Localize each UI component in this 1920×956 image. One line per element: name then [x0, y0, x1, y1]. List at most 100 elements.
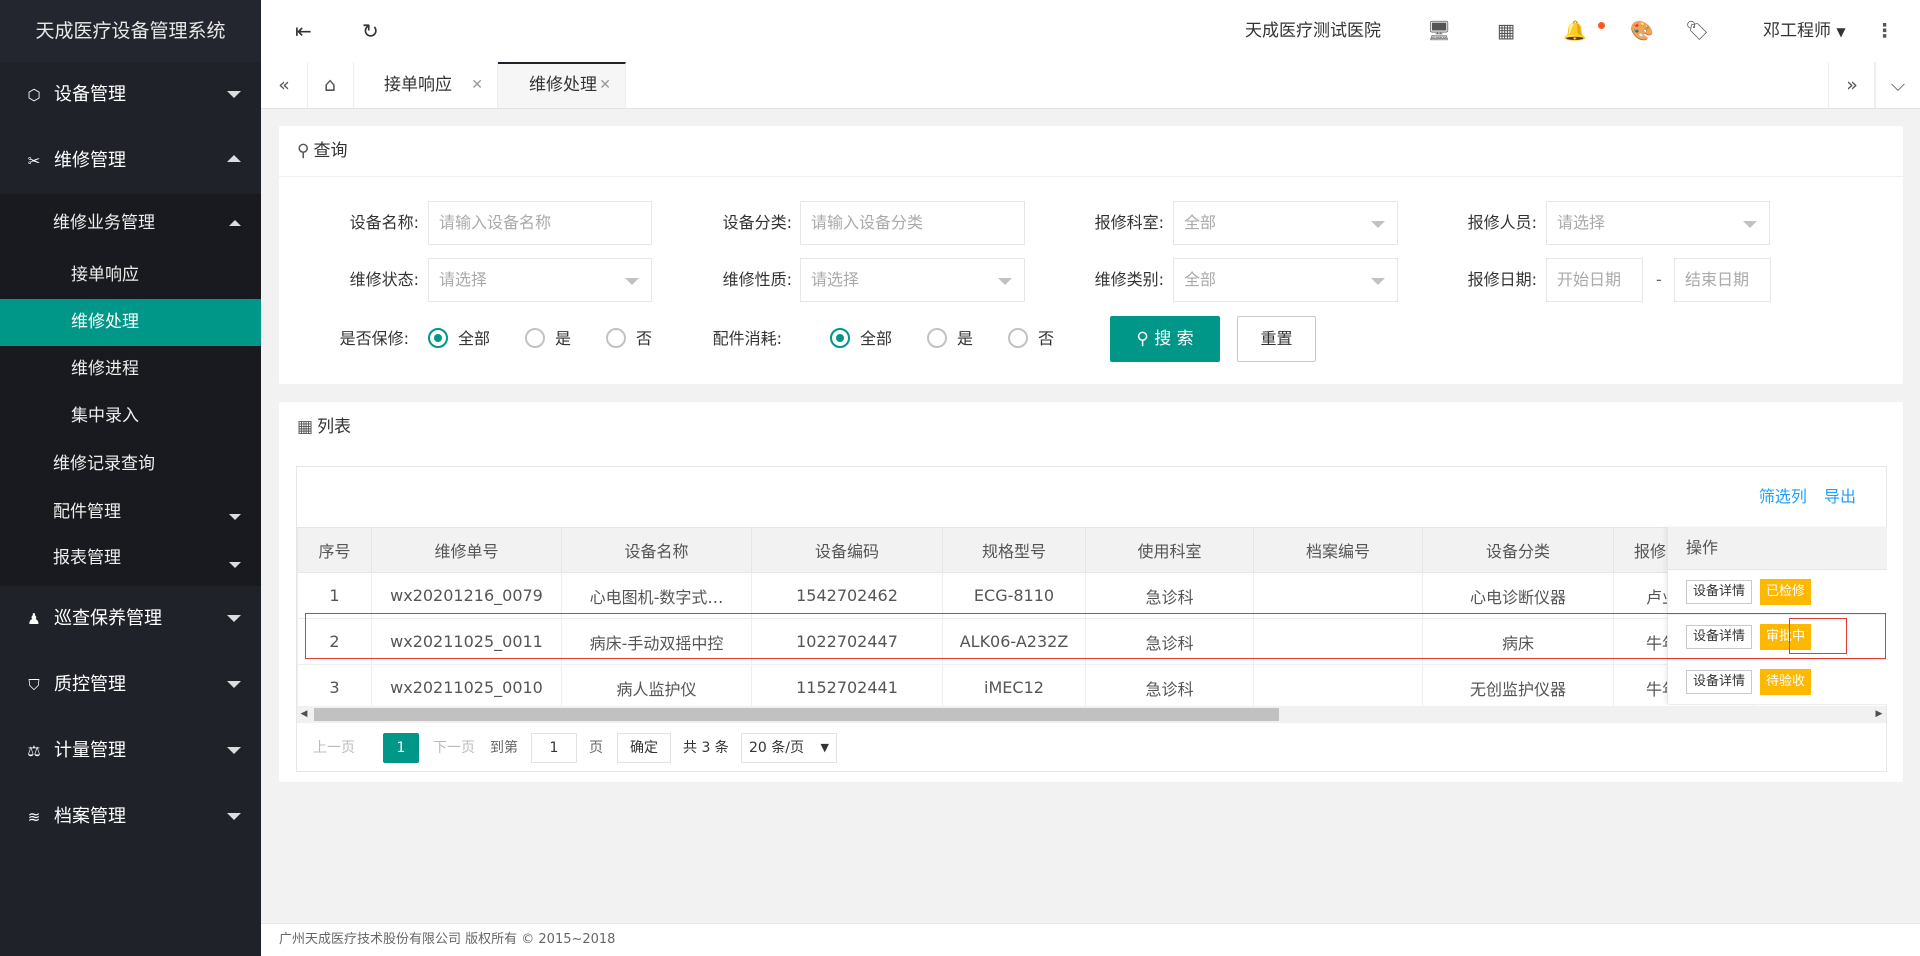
column-header[interactable]: 维修单号: [371, 527, 562, 573]
start-date-input[interactable]: 开始日期: [1546, 258, 1643, 302]
column-header[interactable]: 档案编号: [1253, 527, 1423, 573]
prev-page-button[interactable]: 上一页: [313, 732, 355, 764]
tab-order-response[interactable]: 接单响应 ✕: [353, 62, 498, 108]
home-icon[interactable]: ⌂: [307, 62, 354, 108]
radio-label: 是: [957, 329, 974, 348]
total-count: 共 3 条: [683, 740, 729, 756]
page-number-input[interactable]: 1: [531, 733, 577, 763]
warranty-radio-no[interactable]: 否: [606, 324, 652, 354]
table-row[interactable]: 3 wx20211025_0010 病人监护仪 1152702441 iMEC1…: [297, 664, 1754, 711]
warranty-radio-yes[interactable]: 是: [525, 324, 571, 354]
cell-category: 无创监护仪器: [1422, 664, 1614, 711]
repair-status-select[interactable]: 请选择: [428, 258, 652, 302]
menu-batch-entry[interactable]: 集中录入: [0, 393, 261, 440]
building-icon[interactable]: ▦: [1497, 0, 1515, 62]
menu-repair-progress[interactable]: 维修进程: [0, 346, 261, 393]
page-confirm-button[interactable]: 确定: [617, 733, 671, 763]
repair-nature-select[interactable]: 请选择: [800, 258, 1025, 302]
menu-repair-records[interactable]: 维修记录查询: [0, 440, 261, 488]
horizontal-scrollbar[interactable]: ◀ ▶: [297, 706, 1886, 723]
menu-repair-management[interactable]: ✂ 维修管理: [0, 128, 261, 194]
search-icon: ⚲: [297, 141, 310, 161]
cell-dept: 急诊科: [1085, 664, 1254, 711]
end-date-input[interactable]: 结束日期: [1674, 258, 1771, 302]
column-header[interactable]: 设备名称: [561, 527, 752, 573]
menu-metrology[interactable]: ⚖ 计量管理: [0, 718, 261, 784]
menu-label: 质控管理: [54, 674, 126, 695]
list-panel: ▦ 列表 筛选列 导出 序号 维修单号 设备名称 设备编码 规格型号 使用科室 档…: [279, 402, 1903, 782]
refresh-icon[interactable]: ↻: [362, 0, 379, 62]
tabs-scroll-left-icon[interactable]: «: [261, 62, 308, 108]
repair-type-select[interactable]: 全部: [1173, 258, 1398, 302]
device-detail-button[interactable]: 设备详情: [1686, 670, 1753, 694]
menu-inspection-maintenance[interactable]: ♟ 巡查保养管理: [0, 586, 261, 652]
operations-row: 设备详情 已检修: [1668, 570, 1887, 615]
scroll-left-arrow-icon[interactable]: ◀: [297, 706, 311, 723]
chevron-down-icon: [227, 91, 241, 98]
export-link[interactable]: 导出: [1824, 487, 1856, 506]
page-size-select[interactable]: 20 条/页 ▼: [741, 733, 837, 763]
label-repair-nature: 维修性质:: [722, 270, 792, 289]
shield-icon: ⛉: [28, 676, 40, 694]
close-icon[interactable]: ✕: [599, 64, 611, 106]
more-vertical-icon[interactable]: ⋮: [1875, 0, 1894, 62]
menu-report-management[interactable]: 报表管理: [0, 536, 261, 586]
column-header[interactable]: 序号: [297, 527, 372, 573]
parts-radio-no[interactable]: 否: [1008, 324, 1054, 354]
menu-quality-control[interactable]: ⛉ 质控管理: [0, 652, 261, 718]
monitor-icon[interactable]: 🖥: [1427, 0, 1451, 62]
app-title: 天成医疗设备管理系统: [0, 0, 261, 62]
tab-repair-process[interactable]: 维修处理 ✕: [498, 62, 626, 108]
status-badge[interactable]: 待验收: [1760, 669, 1812, 695]
parts-radio-all[interactable]: 全部: [830, 324, 892, 354]
chevron-up-icon: [229, 220, 241, 226]
person-icon: ♟: [27, 610, 41, 628]
table-header-row: 序号 维修单号 设备名称 设备编码 规格型号 使用科室 档案编号 设备分类 报修…: [297, 527, 1754, 573]
device-name-input[interactable]: 请输入设备名称: [428, 201, 652, 245]
tag-icon[interactable]: 🏷: [1685, 0, 1709, 62]
collapse-menu-icon[interactable]: ⇤: [295, 0, 312, 62]
menu-archive-management[interactable]: ≋ 档案管理: [0, 784, 261, 850]
warranty-radio-all[interactable]: 全部: [428, 324, 490, 354]
filter-columns-link[interactable]: 筛选列: [1759, 487, 1807, 506]
radio-circle: [927, 327, 947, 348]
column-header[interactable]: 规格型号: [942, 527, 1086, 573]
scrollbar-thumb[interactable]: [314, 708, 1279, 721]
scroll-right-arrow-icon[interactable]: ▶: [1872, 706, 1886, 723]
device-detail-button[interactable]: 设备详情: [1686, 580, 1753, 604]
column-header[interactable]: 使用科室: [1085, 527, 1254, 573]
menu-repair-business[interactable]: 维修业务管理: [0, 194, 261, 252]
close-icon[interactable]: ✕: [471, 62, 483, 108]
chevron-down-icon: [227, 813, 241, 820]
search-button[interactable]: ⚲ 搜 索: [1110, 316, 1220, 362]
cell-order: wx20201216_0079: [371, 572, 562, 619]
bell-icon[interactable]: 🔔: [1563, 0, 1587, 62]
column-header[interactable]: 设备分类: [1422, 527, 1614, 573]
menu-repair-process[interactable]: 维修处理: [0, 299, 261, 346]
cell-archive: [1253, 664, 1423, 711]
palette-icon[interactable]: 🎨: [1630, 0, 1654, 62]
menu-device-management[interactable]: ⬡ 设备管理: [0, 62, 261, 128]
label-repair-date: 报修日期:: [1467, 270, 1537, 289]
parts-radio-yes[interactable]: 是: [927, 324, 973, 354]
tools-icon: ✂: [27, 152, 41, 170]
repair-person-select[interactable]: 请选择: [1546, 201, 1770, 245]
repair-dept-select[interactable]: 全部: [1173, 201, 1398, 245]
label-repair-dept: 报修科室:: [1094, 213, 1164, 232]
next-page-button[interactable]: 下一页: [433, 732, 475, 764]
tabs-dropdown-icon[interactable]: ⌵: [1874, 62, 1920, 108]
current-page-button[interactable]: 1: [383, 733, 419, 763]
menu-order-response[interactable]: 接单响应: [0, 252, 261, 299]
reset-button[interactable]: 重置: [1237, 316, 1316, 362]
table-toolbar: 筛选列 导出: [1747, 467, 1856, 527]
menu-parts-management[interactable]: 配件管理: [0, 488, 261, 536]
query-panel-header: ⚲ 查询: [279, 126, 1903, 177]
hospital-name: 天成医疗测试医院: [1245, 21, 1381, 41]
user-menu[interactable]: 邓工程师 ▼: [1763, 0, 1846, 63]
column-header[interactable]: 设备编码: [751, 527, 943, 573]
device-category-input[interactable]: 请输入设备分类: [800, 201, 1025, 245]
status-badge[interactable]: 已检修: [1760, 579, 1812, 605]
tabs-scroll-right-icon[interactable]: »: [1828, 62, 1876, 108]
table-row[interactable]: 1 wx20201216_0079 心电图机-数字式… 1542702462 E…: [297, 572, 1754, 619]
list-title: 列表: [317, 417, 352, 437]
